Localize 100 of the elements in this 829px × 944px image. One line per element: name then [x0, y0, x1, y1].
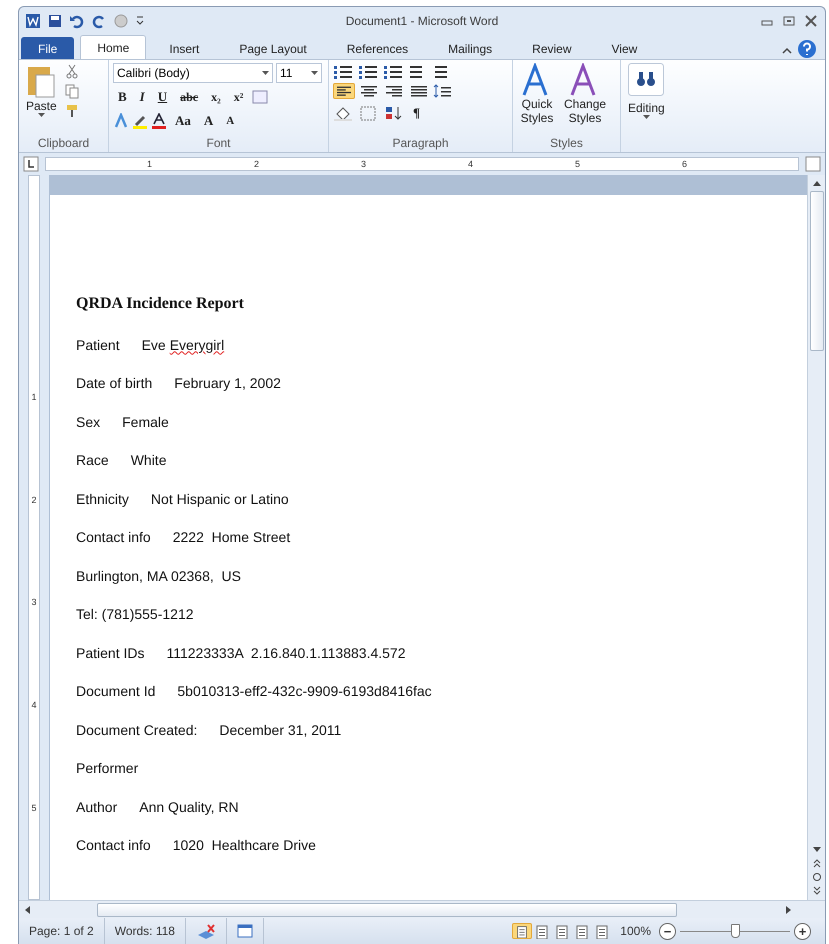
align-icon[interactable]	[408, 83, 430, 99]
page-count[interactable]: Page: 1 of 2	[19, 918, 105, 944]
field-label: Burlington, MA 02368, US	[76, 568, 241, 584]
word-count[interactable]: Words: 118	[104, 918, 186, 944]
highlighter-icon[interactable]	[132, 113, 148, 129]
caret-icon[interactable]	[38, 113, 45, 118]
scroll-right-icon[interactable]	[785, 904, 793, 914]
horizontal-scrollbar[interactable]	[19, 900, 825, 918]
field-value: 5b010313-eff2-432c-9909-6193d8416fac	[177, 683, 432, 699]
font-size-field[interactable]: 11	[276, 63, 322, 83]
caret-icon[interactable]	[311, 70, 318, 76]
word-logo-icon	[25, 13, 41, 29]
paste-button[interactable]: Paste	[23, 63, 60, 136]
ribbon-tab[interactable]: Page Layout	[222, 37, 324, 59]
ruler-number: 6	[682, 159, 687, 169]
ruler-number: 1	[146, 159, 152, 169]
vertical-scrollbar[interactable]	[807, 175, 825, 900]
group-label: Font	[205, 136, 232, 152]
field-label: Race	[76, 452, 109, 468]
zoom-slider[interactable]	[680, 923, 790, 939]
misspelled-word: Everygirl	[170, 336, 224, 352]
format-button[interactable]: x²	[228, 87, 248, 107]
scroll-left-icon[interactable]	[23, 904, 31, 914]
proofing-icon[interactable]	[196, 923, 216, 939]
zoom-level[interactable]: 100%	[612, 924, 659, 938]
help-icon[interactable]	[797, 39, 817, 59]
ribbon-tab[interactable]: Mailings	[431, 37, 510, 59]
scroll-thumb[interactable]	[97, 902, 677, 916]
font-size-button[interactable]: Aa	[170, 111, 196, 131]
field-value: 1020 Healthcare Drive	[172, 837, 316, 853]
ribbon-tab[interactable]: References	[330, 37, 426, 59]
copy-icon[interactable]	[64, 83, 80, 99]
format-button[interactable]: x₂	[206, 87, 226, 107]
format-button[interactable]: I	[134, 87, 150, 107]
next-page-icon[interactable]	[812, 886, 822, 896]
field-value: Ann Quality, RN	[139, 798, 239, 814]
styles-button[interactable]: Change Styles	[561, 63, 610, 136]
field-label: Patient IDs	[76, 644, 144, 660]
select-browse-object-icon[interactable]	[812, 872, 822, 882]
font-size-button[interactable]: A	[198, 111, 218, 131]
group-label: Styles	[549, 136, 584, 152]
save-icon[interactable]	[47, 13, 63, 29]
ribbon-tab[interactable]: Insert	[152, 37, 216, 59]
tab-selector-icon[interactable]	[23, 156, 39, 172]
field-value: 111223333A 2.16.840.1.113883.4.572	[166, 644, 406, 660]
field-value: February 1, 2002	[174, 375, 281, 391]
field-label: Sex	[76, 414, 100, 430]
ribbon-tab[interactable]: Home	[80, 35, 146, 59]
font-color-icon[interactable]	[151, 113, 167, 129]
numbering-icon[interactable]	[358, 63, 380, 79]
format-button[interactable]: U	[152, 87, 172, 107]
show-formatting-button[interactable]: ¶	[408, 103, 426, 123]
field-label: Performer	[76, 760, 138, 776]
align-icon[interactable]	[333, 83, 355, 99]
ruler-number: 2	[31, 494, 36, 505]
previous-page-icon[interactable]	[812, 858, 822, 868]
format-button[interactable]: B	[113, 87, 132, 107]
shading-icon[interactable]	[333, 105, 355, 121]
undo-icon[interactable]	[69, 13, 85, 29]
redo-icon[interactable]	[91, 13, 107, 29]
caret-icon[interactable]	[262, 70, 269, 76]
view-icon[interactable]	[512, 923, 532, 939]
field-value: Eve	[142, 336, 166, 352]
zoom-in-button[interactable]: +	[794, 922, 811, 940]
scroll-up-icon[interactable]	[812, 179, 822, 187]
ruler-number: 5	[31, 802, 36, 813]
close-icon[interactable]	[803, 13, 819, 29]
align-icon[interactable]	[383, 83, 405, 99]
file-tab[interactable]: File	[21, 37, 74, 59]
bullets-icon[interactable]	[333, 63, 355, 79]
align-icon[interactable]	[358, 83, 380, 99]
multilevel-list-icon[interactable]	[383, 63, 405, 79]
zoom-out-button[interactable]: −	[659, 922, 676, 940]
ruler-number: 3	[360, 159, 366, 169]
field-label: Document Id	[76, 683, 156, 699]
macro-icon[interactable]	[236, 923, 253, 939]
editing-button[interactable]: Editing	[625, 63, 668, 120]
field-label: Contact info	[76, 529, 151, 545]
document-title: QRDA Incidence Report	[76, 295, 245, 313]
field-label: Author	[76, 798, 118, 814]
field-value: Female	[122, 414, 169, 430]
caret-icon[interactable]	[642, 115, 650, 120]
ribbon-tab[interactable]: Review	[515, 37, 589, 59]
styles-button[interactable]: Quick Styles	[517, 63, 557, 136]
font-size-button[interactable]: A	[221, 111, 240, 131]
view-ruler-icon[interactable]	[805, 156, 821, 172]
slider-thumb[interactable]	[731, 924, 740, 938]
field-value: White	[130, 452, 166, 468]
field-label: Date of birth	[76, 375, 152, 391]
format-button[interactable]: abc	[175, 87, 204, 107]
ribbon-tab[interactable]: View	[594, 37, 654, 59]
ruler-number: 4	[31, 700, 36, 710]
field-label: Patient	[76, 336, 120, 352]
ruler-number: 4	[468, 159, 473, 169]
ruler-number: 1	[31, 392, 36, 402]
field-label: Contact info	[76, 837, 151, 853]
scroll-down-icon[interactable]	[812, 846, 822, 854]
scroll-thumb[interactable]	[810, 191, 824, 351]
scissors-icon[interactable]	[64, 63, 80, 79]
font-name-field[interactable]: Calibri (Body)	[113, 63, 273, 83]
